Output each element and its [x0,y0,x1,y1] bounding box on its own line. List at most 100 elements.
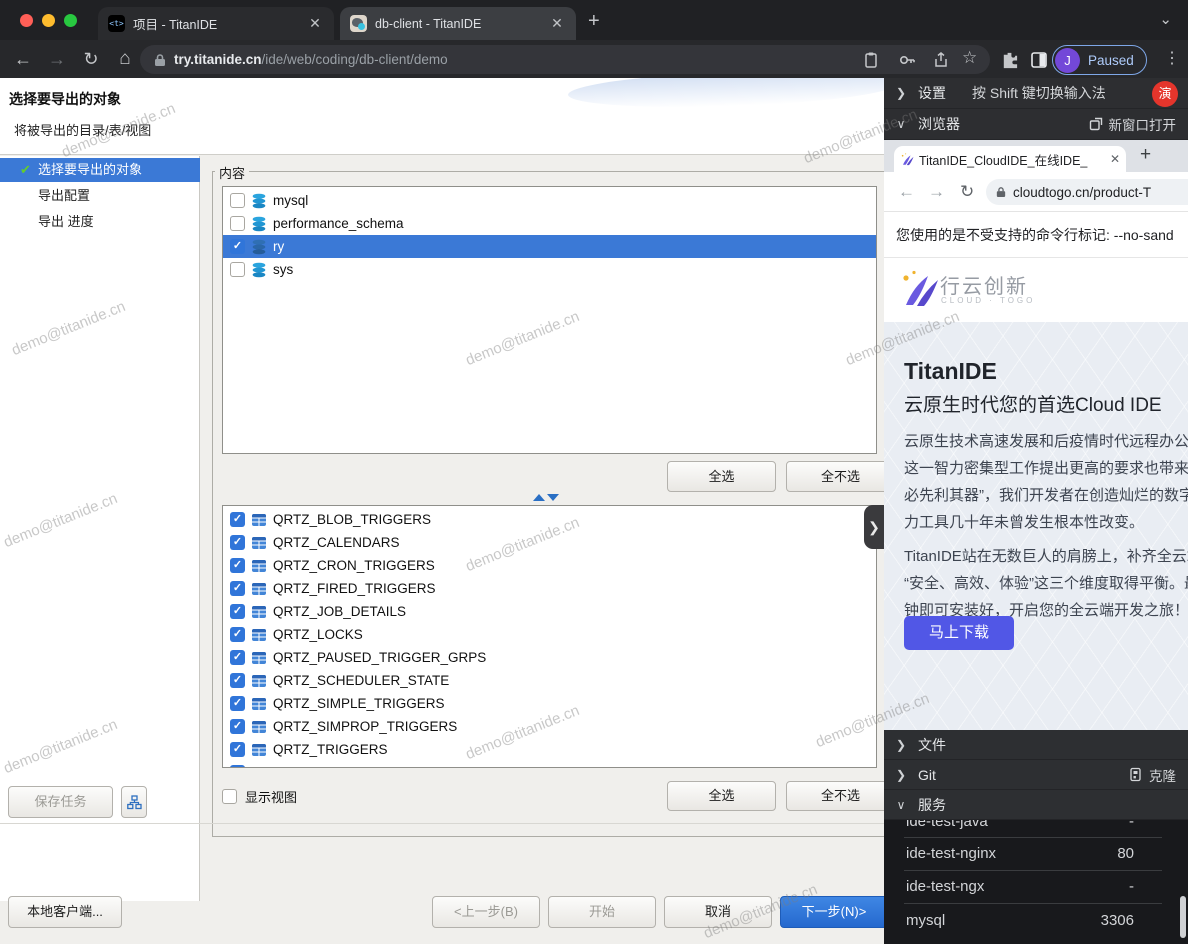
show-views-row[interactable]: 显示视图 [222,787,297,806]
checkbox-checked[interactable] [230,650,245,665]
checkbox-checked[interactable] [230,535,245,550]
marketing-paragraph-line: 云原生技术高速发展和后疫情时代远程办公等 [904,428,1188,455]
preview-tab-close-icon[interactable]: ✕ [1110,152,1120,166]
new-tab-button[interactable]: + [588,10,600,33]
database-icon [251,262,267,278]
product-subheading: 云原生时代您的首选Cloud IDE [904,390,1162,417]
select-all-top-button[interactable]: 全选 [667,461,776,492]
db-row-performance-schema[interactable]: performance_schema [223,212,876,235]
service-row[interactable]: ide-test-java - [884,820,1188,838]
traffic-light-close[interactable] [20,14,33,27]
settings-section-header[interactable]: ❯ 设置 按 Shift 键切换输入法 演 [884,78,1188,109]
db-row-sys[interactable]: sys [223,258,876,281]
prev-step-button[interactable]: <上一步(B) [432,896,540,928]
menu-kebab-icon[interactable]: ⋮ [1164,48,1180,68]
extensions-icon[interactable] [1000,51,1019,70]
side-panel-icon[interactable] [1030,51,1048,69]
checkbox-checked[interactable] [230,627,245,642]
browser-section-header[interactable]: ∨ 浏览器 新窗口打开 [884,109,1188,140]
services-section-header[interactable]: ∨ 服务 [884,790,1188,820]
table-row[interactable]: QRTZ_SIMPROP_TRIGGERS [223,715,876,738]
preview-address-bar[interactable]: cloudtogo.cn/product-T [986,179,1188,205]
service-row[interactable]: ide-test-ngx - [884,871,1188,903]
table-row[interactable]: QRTZ_SCHEDULER_STATE [223,669,876,692]
traffic-light-zoom[interactable] [64,14,77,27]
download-now-button[interactable]: 马上下载 [904,616,1014,650]
tab-project[interactable]: <t> 项目 - TitanIDE ✕ [98,7,334,40]
key-icon[interactable] [898,51,916,69]
table-row[interactable]: gen_table [223,761,876,768]
back-icon[interactable]: ← [10,47,36,71]
git-clone-button[interactable]: 克隆 [1129,765,1176,785]
demo-badge: 演 [1152,81,1178,107]
table-row[interactable]: QRTZ_PAUSED_TRIGGER_GRPS [223,646,876,669]
forward-icon[interactable]: → [44,47,70,71]
cancel-button[interactable]: 取消 [664,896,772,928]
step-export-progress[interactable]: 导出 进度 [0,210,200,234]
git-section-header[interactable]: ❯ Git 克隆 [884,760,1188,790]
table-row[interactable]: QRTZ_CRON_TRIGGERS [223,554,876,577]
service-row[interactable]: ide-test-nginx 80 [884,838,1188,870]
select-none-top-button[interactable]: 全不选 [786,461,895,492]
checkbox-checked[interactable] [230,512,245,527]
tab-close-icon[interactable]: ✕ [548,15,566,32]
share-icon[interactable] [932,51,950,69]
checkbox-checked[interactable] [230,558,245,573]
checkbox[interactable] [230,262,245,277]
tab-db-client[interactable]: db-client - TitanIDE ✕ [340,7,576,40]
local-client-button[interactable]: 本地客户端... [8,896,122,928]
preview-back-icon[interactable]: ← [898,182,915,202]
table-row[interactable]: QRTZ_TRIGGERS [223,738,876,761]
tab-search-chevron-icon[interactable]: ⌄ [1159,10,1172,28]
table-icon [251,581,267,597]
preview-tab[interactable]: TitanIDE_CloudIDE_在线IDE_ ✕ [894,146,1126,172]
db-row-ry-selected[interactable]: ry [223,235,876,258]
files-section-header[interactable]: ❯ 文件 [884,730,1188,760]
next-step-button[interactable]: 下一步(N)> [780,896,888,928]
checkbox-checked[interactable] [230,604,245,619]
clipboard-icon[interactable] [862,51,880,69]
open-new-window-button[interactable]: 新窗口打开 [1089,114,1177,134]
select-all-bottom-button[interactable]: 全选 [667,781,776,811]
show-views-checkbox[interactable] [222,789,237,804]
checkbox-checked[interactable] [230,765,245,768]
reload-icon[interactable]: ↻ [78,47,104,71]
table-row[interactable]: QRTZ_LOCKS [223,623,876,646]
table-row[interactable]: QRTZ_JOB_DETAILS [223,600,876,623]
home-icon[interactable]: ⌂ [112,47,138,71]
checkbox-checked[interactable] [230,239,245,254]
step-export-config[interactable]: 导出配置 [0,184,200,208]
marketing-paragraph-line: 这一智力密集型工作提出更高的要求也带来了 [904,455,1188,482]
save-task-button[interactable]: 保存任务 [8,786,113,818]
db-row-mysql[interactable]: mysql [223,189,876,212]
start-button[interactable]: 开始 [548,896,656,928]
checkbox[interactable] [230,193,245,208]
step-select-objects[interactable]: ✔ 选择要导出的对象 [0,158,200,182]
scrollbar-thumb[interactable] [1180,896,1186,938]
traffic-light-minimize[interactable] [42,14,55,27]
select-none-bottom-button[interactable]: 全不选 [786,781,895,811]
table-row[interactable]: QRTZ_SIMPLE_TRIGGERS [223,692,876,715]
brand-name: 行云创新 [940,270,1028,299]
checkbox-checked[interactable] [230,719,245,734]
checkbox-checked[interactable] [230,696,245,711]
task-scheme-button[interactable] [121,786,147,818]
tab-close-icon[interactable]: ✕ [306,15,324,32]
profile-paused-button[interactable]: J Paused [1052,45,1147,75]
service-row[interactable]: mysql 3306 [884,905,1188,937]
checkbox[interactable] [230,216,245,231]
preview-new-tab-icon[interactable]: + [1140,144,1151,166]
preview-reload-icon[interactable]: ↻ [960,182,974,202]
table-row[interactable]: QRTZ_CALENDARS [223,531,876,554]
splitter-collapse-arrows[interactable] [533,493,559,501]
checkbox-checked[interactable] [230,581,245,596]
bookmark-star-icon[interactable]: ☆ [962,48,977,68]
preview-forward-icon[interactable]: → [928,182,945,202]
checkbox-checked[interactable] [230,742,245,757]
checkbox-checked[interactable] [230,673,245,688]
step-label: 选择要导出的对象 [38,162,142,177]
table-row[interactable]: QRTZ_BLOB_TRIGGERS [223,508,876,531]
db-name: sys [273,262,293,277]
panel-expander-handle[interactable]: ❯ [864,505,884,549]
table-row[interactable]: QRTZ_FIRED_TRIGGERS [223,577,876,600]
